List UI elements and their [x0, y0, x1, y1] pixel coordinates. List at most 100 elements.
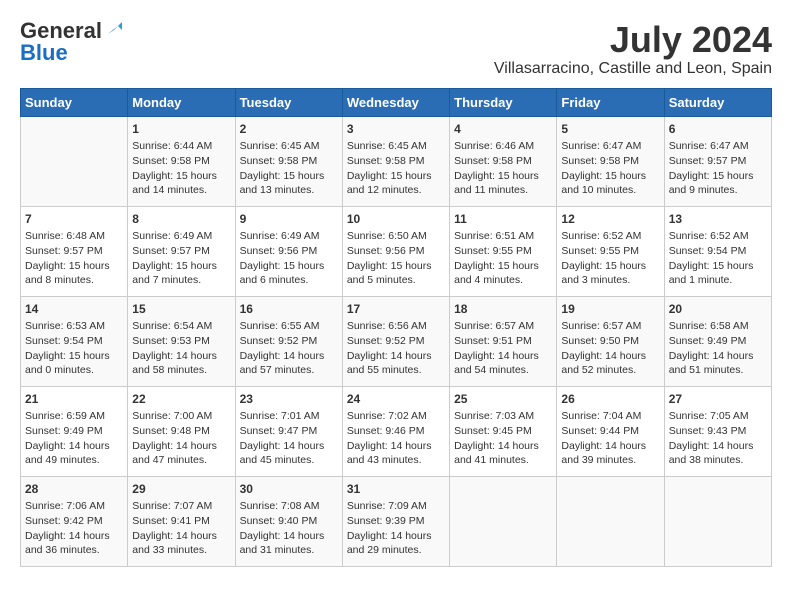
- cell-content: Sunrise: 6:59 AM Sunset: 9:49 PM Dayligh…: [25, 409, 123, 468]
- calendar-cell: 2Sunrise: 6:45 AM Sunset: 9:58 PM Daylig…: [235, 116, 342, 206]
- calendar-week-row: 21Sunrise: 6:59 AM Sunset: 9:49 PM Dayli…: [21, 386, 772, 476]
- day-header-thursday: Thursday: [450, 88, 557, 116]
- day-number: 18: [454, 301, 552, 318]
- calendar-cell: 18Sunrise: 6:57 AM Sunset: 9:51 PM Dayli…: [450, 296, 557, 386]
- cell-content: Sunrise: 6:46 AM Sunset: 9:58 PM Dayligh…: [454, 139, 552, 198]
- calendar-week-row: 1Sunrise: 6:44 AM Sunset: 9:58 PM Daylig…: [21, 116, 772, 206]
- day-number: 31: [347, 481, 445, 498]
- cell-content: Sunrise: 6:55 AM Sunset: 9:52 PM Dayligh…: [240, 319, 338, 378]
- calendar-cell: 20Sunrise: 6:58 AM Sunset: 9:49 PM Dayli…: [664, 296, 771, 386]
- calendar-cell: 13Sunrise: 6:52 AM Sunset: 9:54 PM Dayli…: [664, 206, 771, 296]
- calendar-cell: [21, 116, 128, 206]
- calendar-table: SundayMondayTuesdayWednesdayThursdayFrid…: [20, 88, 772, 567]
- cell-content: Sunrise: 6:53 AM Sunset: 9:54 PM Dayligh…: [25, 319, 123, 378]
- cell-content: Sunrise: 6:47 AM Sunset: 9:57 PM Dayligh…: [669, 139, 767, 198]
- calendar-cell: 11Sunrise: 6:51 AM Sunset: 9:55 PM Dayli…: [450, 206, 557, 296]
- day-number: 8: [132, 211, 230, 228]
- cell-content: Sunrise: 7:07 AM Sunset: 9:41 PM Dayligh…: [132, 499, 230, 558]
- calendar-cell: 9Sunrise: 6:49 AM Sunset: 9:56 PM Daylig…: [235, 206, 342, 296]
- cell-content: Sunrise: 7:02 AM Sunset: 9:46 PM Dayligh…: [347, 409, 445, 468]
- cell-content: Sunrise: 6:52 AM Sunset: 9:55 PM Dayligh…: [561, 229, 659, 288]
- calendar-cell: 3Sunrise: 6:45 AM Sunset: 9:58 PM Daylig…: [342, 116, 449, 206]
- day-header-saturday: Saturday: [664, 88, 771, 116]
- cell-content: Sunrise: 6:50 AM Sunset: 9:56 PM Dayligh…: [347, 229, 445, 288]
- day-number: 3: [347, 121, 445, 138]
- day-number: 22: [132, 391, 230, 408]
- cell-content: Sunrise: 6:44 AM Sunset: 9:58 PM Dayligh…: [132, 139, 230, 198]
- day-number: 2: [240, 121, 338, 138]
- cell-content: Sunrise: 6:47 AM Sunset: 9:58 PM Dayligh…: [561, 139, 659, 198]
- calendar-cell: 7Sunrise: 6:48 AM Sunset: 9:57 PM Daylig…: [21, 206, 128, 296]
- day-number: 12: [561, 211, 659, 228]
- day-number: 13: [669, 211, 767, 228]
- cell-content: Sunrise: 7:04 AM Sunset: 9:44 PM Dayligh…: [561, 409, 659, 468]
- cell-content: Sunrise: 7:01 AM Sunset: 9:47 PM Dayligh…: [240, 409, 338, 468]
- logo: General Blue: [20, 20, 122, 64]
- day-number: 10: [347, 211, 445, 228]
- day-number: 9: [240, 211, 338, 228]
- calendar-week-row: 28Sunrise: 7:06 AM Sunset: 9:42 PM Dayli…: [21, 476, 772, 566]
- calendar-cell: 17Sunrise: 6:56 AM Sunset: 9:52 PM Dayli…: [342, 296, 449, 386]
- day-number: 30: [240, 481, 338, 498]
- calendar-cell: 23Sunrise: 7:01 AM Sunset: 9:47 PM Dayli…: [235, 386, 342, 476]
- day-number: 19: [561, 301, 659, 318]
- day-number: 14: [25, 301, 123, 318]
- day-header-wednesday: Wednesday: [342, 88, 449, 116]
- cell-content: Sunrise: 6:45 AM Sunset: 9:58 PM Dayligh…: [347, 139, 445, 198]
- day-number: 21: [25, 391, 123, 408]
- calendar-cell: 5Sunrise: 6:47 AM Sunset: 9:58 PM Daylig…: [557, 116, 664, 206]
- calendar-cell: 27Sunrise: 7:05 AM Sunset: 9:43 PM Dayli…: [664, 386, 771, 476]
- cell-content: Sunrise: 6:58 AM Sunset: 9:49 PM Dayligh…: [669, 319, 767, 378]
- day-number: 24: [347, 391, 445, 408]
- cell-content: Sunrise: 6:49 AM Sunset: 9:56 PM Dayligh…: [240, 229, 338, 288]
- cell-content: Sunrise: 7:06 AM Sunset: 9:42 PM Dayligh…: [25, 499, 123, 558]
- cell-content: Sunrise: 6:56 AM Sunset: 9:52 PM Dayligh…: [347, 319, 445, 378]
- day-number: 15: [132, 301, 230, 318]
- cell-content: Sunrise: 7:08 AM Sunset: 9:40 PM Dayligh…: [240, 499, 338, 558]
- cell-content: Sunrise: 6:52 AM Sunset: 9:54 PM Dayligh…: [669, 229, 767, 288]
- calendar-cell: 8Sunrise: 6:49 AM Sunset: 9:57 PM Daylig…: [128, 206, 235, 296]
- calendar-cell: 4Sunrise: 6:46 AM Sunset: 9:58 PM Daylig…: [450, 116, 557, 206]
- cell-content: Sunrise: 6:54 AM Sunset: 9:53 PM Dayligh…: [132, 319, 230, 378]
- cell-content: Sunrise: 7:03 AM Sunset: 9:45 PM Dayligh…: [454, 409, 552, 468]
- cell-content: Sunrise: 6:51 AM Sunset: 9:55 PM Dayligh…: [454, 229, 552, 288]
- day-number: 1: [132, 121, 230, 138]
- calendar-cell: 14Sunrise: 6:53 AM Sunset: 9:54 PM Dayli…: [21, 296, 128, 386]
- calendar-cell: 15Sunrise: 6:54 AM Sunset: 9:53 PM Dayli…: [128, 296, 235, 386]
- page-header: General Blue July 2024 Villasarracino, C…: [20, 20, 772, 78]
- calendar-week-row: 7Sunrise: 6:48 AM Sunset: 9:57 PM Daylig…: [21, 206, 772, 296]
- logo-general-text: General: [20, 20, 102, 42]
- calendar-cell: 22Sunrise: 7:00 AM Sunset: 9:48 PM Dayli…: [128, 386, 235, 476]
- calendar-cell: 19Sunrise: 6:57 AM Sunset: 9:50 PM Dayli…: [557, 296, 664, 386]
- calendar-cell: 29Sunrise: 7:07 AM Sunset: 9:41 PM Dayli…: [128, 476, 235, 566]
- day-header-tuesday: Tuesday: [235, 88, 342, 116]
- day-number: 29: [132, 481, 230, 498]
- calendar-cell: 6Sunrise: 6:47 AM Sunset: 9:57 PM Daylig…: [664, 116, 771, 206]
- calendar-cell: 26Sunrise: 7:04 AM Sunset: 9:44 PM Dayli…: [557, 386, 664, 476]
- calendar-cell: 31Sunrise: 7:09 AM Sunset: 9:39 PM Dayli…: [342, 476, 449, 566]
- cell-content: Sunrise: 7:05 AM Sunset: 9:43 PM Dayligh…: [669, 409, 767, 468]
- day-number: 16: [240, 301, 338, 318]
- location-title: Villasarracino, Castille and Leon, Spain: [494, 60, 772, 78]
- day-header-friday: Friday: [557, 88, 664, 116]
- day-number: 23: [240, 391, 338, 408]
- calendar-cell: [450, 476, 557, 566]
- calendar-cell: 25Sunrise: 7:03 AM Sunset: 9:45 PM Dayli…: [450, 386, 557, 476]
- calendar-cell: 30Sunrise: 7:08 AM Sunset: 9:40 PM Dayli…: [235, 476, 342, 566]
- calendar-header-row: SundayMondayTuesdayWednesdayThursdayFrid…: [21, 88, 772, 116]
- day-number: 25: [454, 391, 552, 408]
- calendar-cell: 16Sunrise: 6:55 AM Sunset: 9:52 PM Dayli…: [235, 296, 342, 386]
- calendar-cell: [557, 476, 664, 566]
- title-area: July 2024 Villasarracino, Castille and L…: [494, 20, 772, 78]
- month-title: July 2024: [494, 20, 772, 60]
- day-number: 4: [454, 121, 552, 138]
- calendar-cell: [664, 476, 771, 566]
- day-number: 27: [669, 391, 767, 408]
- day-number: 20: [669, 301, 767, 318]
- cell-content: Sunrise: 7:00 AM Sunset: 9:48 PM Dayligh…: [132, 409, 230, 468]
- day-number: 28: [25, 481, 123, 498]
- logo-bird-icon: [104, 20, 122, 38]
- day-number: 6: [669, 121, 767, 138]
- calendar-cell: 21Sunrise: 6:59 AM Sunset: 9:49 PM Dayli…: [21, 386, 128, 476]
- day-number: 11: [454, 211, 552, 228]
